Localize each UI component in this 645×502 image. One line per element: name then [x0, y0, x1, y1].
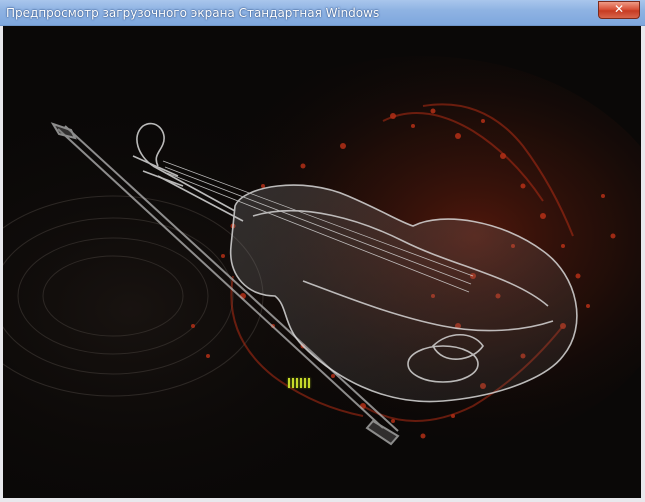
window-title: Предпросмотр загрузочного экрана Стандар…	[6, 6, 380, 20]
preview-window: Предпросмотр загрузочного экрана Стандар…	[0, 0, 645, 502]
loading-progress-indicator	[288, 378, 310, 388]
violin-artwork	[3, 26, 641, 498]
close-button[interactable]: ✕	[598, 1, 640, 19]
title-bar[interactable]: Предпросмотр загрузочного экрана Стандар…	[0, 0, 645, 26]
boot-screen-preview	[3, 26, 641, 498]
